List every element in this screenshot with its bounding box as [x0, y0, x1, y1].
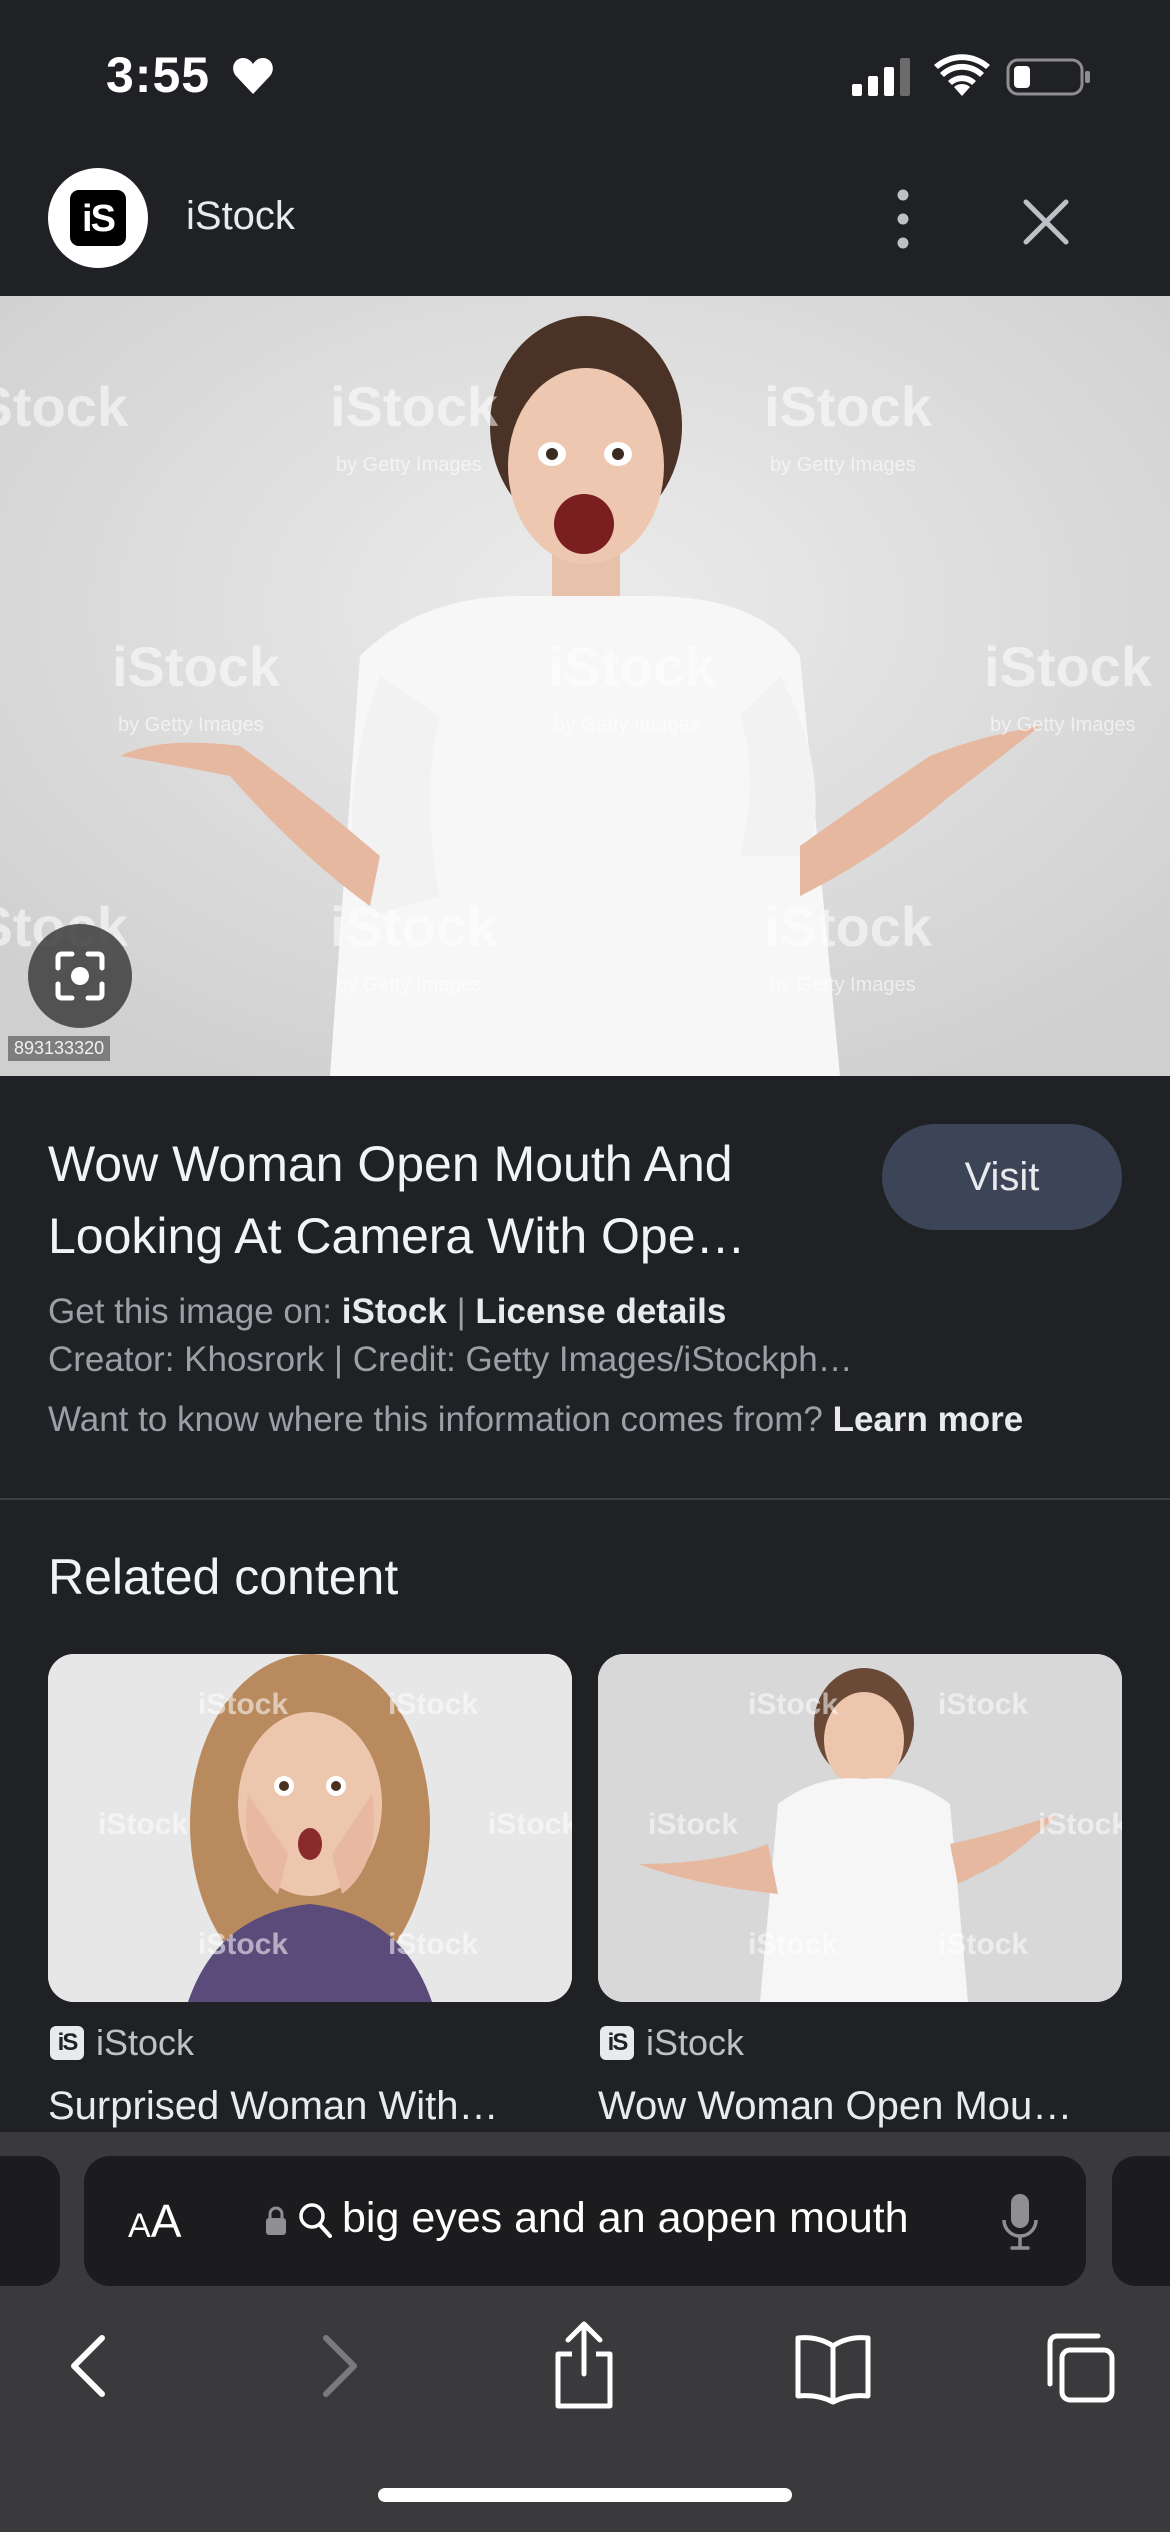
svg-text:iStock: iStock — [938, 1688, 1028, 1721]
search-icon — [299, 2203, 332, 2238]
home-indicator — [378, 2488, 792, 2502]
svg-text:by Getty Images: by Getty Images — [336, 974, 482, 996]
svg-text:iStock: iStock — [488, 1808, 572, 1841]
svg-text:iStock: iStock — [198, 1928, 288, 1961]
svg-text:by Getty Images: by Getty Images — [118, 714, 264, 736]
main-image-illustration: iStock iStock iStock iStock iStock iStoc… — [0, 296, 1170, 1076]
logo-text: iS — [82, 198, 116, 240]
svg-text:iStock: iStock — [330, 895, 499, 958]
svg-text:iStock: iStock — [198, 1688, 288, 1721]
page-settings-button[interactable]: AA — [128, 2194, 181, 2248]
svg-text:iStock: iStock — [648, 1808, 738, 1841]
bookmarks-icon[interactable] — [792, 2318, 874, 2414]
card-source-name: iStock — [646, 2022, 745, 2063]
site-name: iStock — [186, 194, 295, 238]
visit-button[interactable]: Visit — [882, 1124, 1122, 1230]
svg-text:iStock: iStock — [330, 375, 499, 438]
close-icon[interactable] — [1016, 192, 1076, 252]
back-icon[interactable] — [60, 2318, 120, 2414]
lock-icon — [266, 2206, 286, 2235]
info-source-line: Want to know where this information come… — [48, 1400, 1023, 1440]
get-image-prefix: Get this image on: — [48, 1292, 333, 1331]
card-source-name: iStock — [96, 2022, 195, 2063]
creator-line: Creator: Khosrork | Credit: Getty Images… — [48, 1340, 853, 1379]
svg-text:by Getty Images: by Getty Images — [990, 714, 1136, 736]
svg-text:iStock: iStock — [1038, 1808, 1122, 1841]
share-icon[interactable] — [546, 2318, 622, 2414]
related-image[interactable]: iStock iStock iStock iStock iStock iStock — [48, 1654, 572, 2002]
lens-button[interactable] — [28, 924, 132, 1028]
url-text[interactable]: big eyes and an aopen mouth — [342, 2194, 909, 2243]
svg-text:by Getty Images: by Getty Images — [554, 714, 700, 736]
svg-text:iStock: iStock — [388, 1688, 478, 1721]
istock-source-icon: iS — [600, 2026, 634, 2060]
related-image[interactable]: iStock iStock iStock iStock iStock iStock — [598, 1654, 1122, 2002]
microphone-icon[interactable] — [1000, 2192, 1040, 2252]
divider — [0, 1498, 1170, 1500]
more-vertical-icon[interactable] — [880, 186, 926, 252]
wifi-icon — [934, 54, 990, 96]
previous-tab-edge[interactable] — [0, 2156, 60, 2286]
status-bar: 3:55 — [0, 0, 1170, 150]
svg-text:by Getty Images: by Getty Images — [336, 454, 482, 476]
next-tab-edge[interactable] — [1112, 2156, 1170, 2286]
related-heading: Related content — [48, 1549, 399, 1605]
svg-text:iStock: iStock — [984, 635, 1153, 698]
svg-text:iStock: iStock — [98, 1808, 188, 1841]
card-title[interactable]: Wow Woman Open Mou… — [598, 2084, 1122, 2129]
separator: | — [456, 1292, 466, 1331]
learn-more-link[interactable]: Learn more — [833, 1400, 1024, 1439]
browser-toolbar: AA big eyes and an aopen mouth — [0, 2132, 1170, 2532]
source-link[interactable]: iStock — [342, 1292, 447, 1331]
status-time: 3:55 — [106, 47, 211, 103]
image-id: 893133320 — [8, 1036, 111, 1061]
svg-text:iStock: iStock — [748, 1928, 838, 1961]
svg-text:by Getty Images: by Getty Images — [770, 454, 916, 476]
svg-text:iStock: iStock — [764, 895, 933, 958]
license-details-link[interactable]: License details — [475, 1292, 726, 1331]
image-title[interactable]: Wow Woman Open Mouth And Looking At Came… — [48, 1128, 848, 1272]
get-image-line: Get this image on: iStock | License deta… — [48, 1292, 726, 1332]
lens-icon — [55, 951, 105, 1001]
related-card[interactable]: iStock iStock iStock iStock iStock iStock i… — [598, 1654, 1122, 2129]
card-title[interactable]: Surprised Woman With… — [48, 2084, 572, 2129]
image-info: Wow Woman Open Mouth And Looking At Came… — [0, 1076, 1170, 1500]
svg-text:iStock: iStock — [938, 1928, 1028, 1961]
battery-icon — [1006, 58, 1090, 96]
svg-text:iStock: iStock — [0, 375, 129, 438]
svg-text:by Getty Images: by Getty Images — [770, 974, 916, 996]
svg-text:iStock: iStock — [112, 635, 281, 698]
heart-icon — [233, 58, 273, 94]
info-question: Want to know where this information come… — [48, 1400, 823, 1439]
address-bar[interactable]: AA big eyes and an aopen mouth — [84, 2156, 1086, 2286]
cellular-signal-icon — [852, 58, 910, 96]
svg-text:iStock: iStock — [548, 635, 717, 698]
svg-text:iStock: iStock — [388, 1928, 478, 1961]
istock-logo: iS — [48, 168, 148, 268]
site-header: iS iStock — [0, 150, 1170, 296]
forward-icon[interactable] — [308, 2318, 368, 2414]
svg-text:iStock: iStock — [764, 375, 933, 438]
tabs-icon[interactable] — [1040, 2318, 1120, 2414]
main-image[interactable]: iStock iStock iStock iStock iStock iStoc… — [0, 296, 1170, 1076]
related-card[interactable]: iStock iStock iStock iStock iStock iStock i… — [48, 1654, 572, 2129]
istock-source-icon: iS — [50, 2026, 84, 2060]
svg-text:iStock: iStock — [748, 1688, 838, 1721]
